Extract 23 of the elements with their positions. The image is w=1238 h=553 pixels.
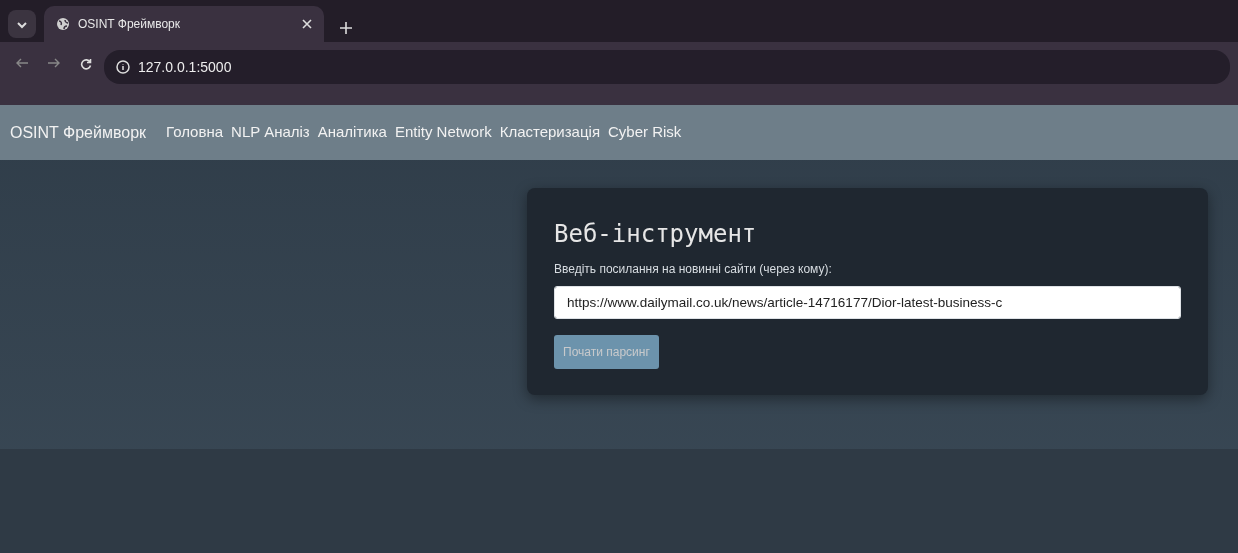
info-icon [116, 60, 130, 74]
nav-link[interactable]: NLP Аналіз [231, 121, 310, 144]
caret-icon [17, 20, 27, 29]
back-icon[interactable] [16, 58, 28, 68]
reload-icon[interactable] [80, 58, 92, 70]
field-label: Введіть посилання на новинні сайти (через кому): [554, 261, 833, 278]
nav-link[interactable]: Кластеризація [499, 121, 600, 144]
nav-link[interactable]: Cyber Risk [608, 121, 682, 144]
plus-icon[interactable] [340, 22, 352, 34]
tab-title: OSINT Фреймворк [78, 16, 182, 33]
nav-link[interactable]: Entity Network [394, 121, 492, 144]
globe-icon [56, 17, 70, 31]
card-title: Веб-інструмент [554, 219, 758, 250]
browser-tab[interactable]: OSINT Фреймворк [44, 6, 324, 42]
tab-list-button[interactable] [8, 10, 36, 38]
close-icon[interactable] [302, 19, 312, 29]
address-bar[interactable]: 127.0.0.1:5000 [104, 50, 1230, 84]
address-text: 127.0.0.1:5000 [138, 57, 232, 77]
forward-icon[interactable] [48, 58, 60, 68]
nav-link[interactable]: Аналітика [317, 121, 387, 144]
url-input-field[interactable]: https://www.dailymail.co.uk/news/article-14716177/Dior-latest-business-c [554, 286, 1181, 319]
nav-link[interactable]: Головна [166, 121, 224, 144]
brand-link[interactable]: OSINT Фреймворк [10, 120, 147, 145]
